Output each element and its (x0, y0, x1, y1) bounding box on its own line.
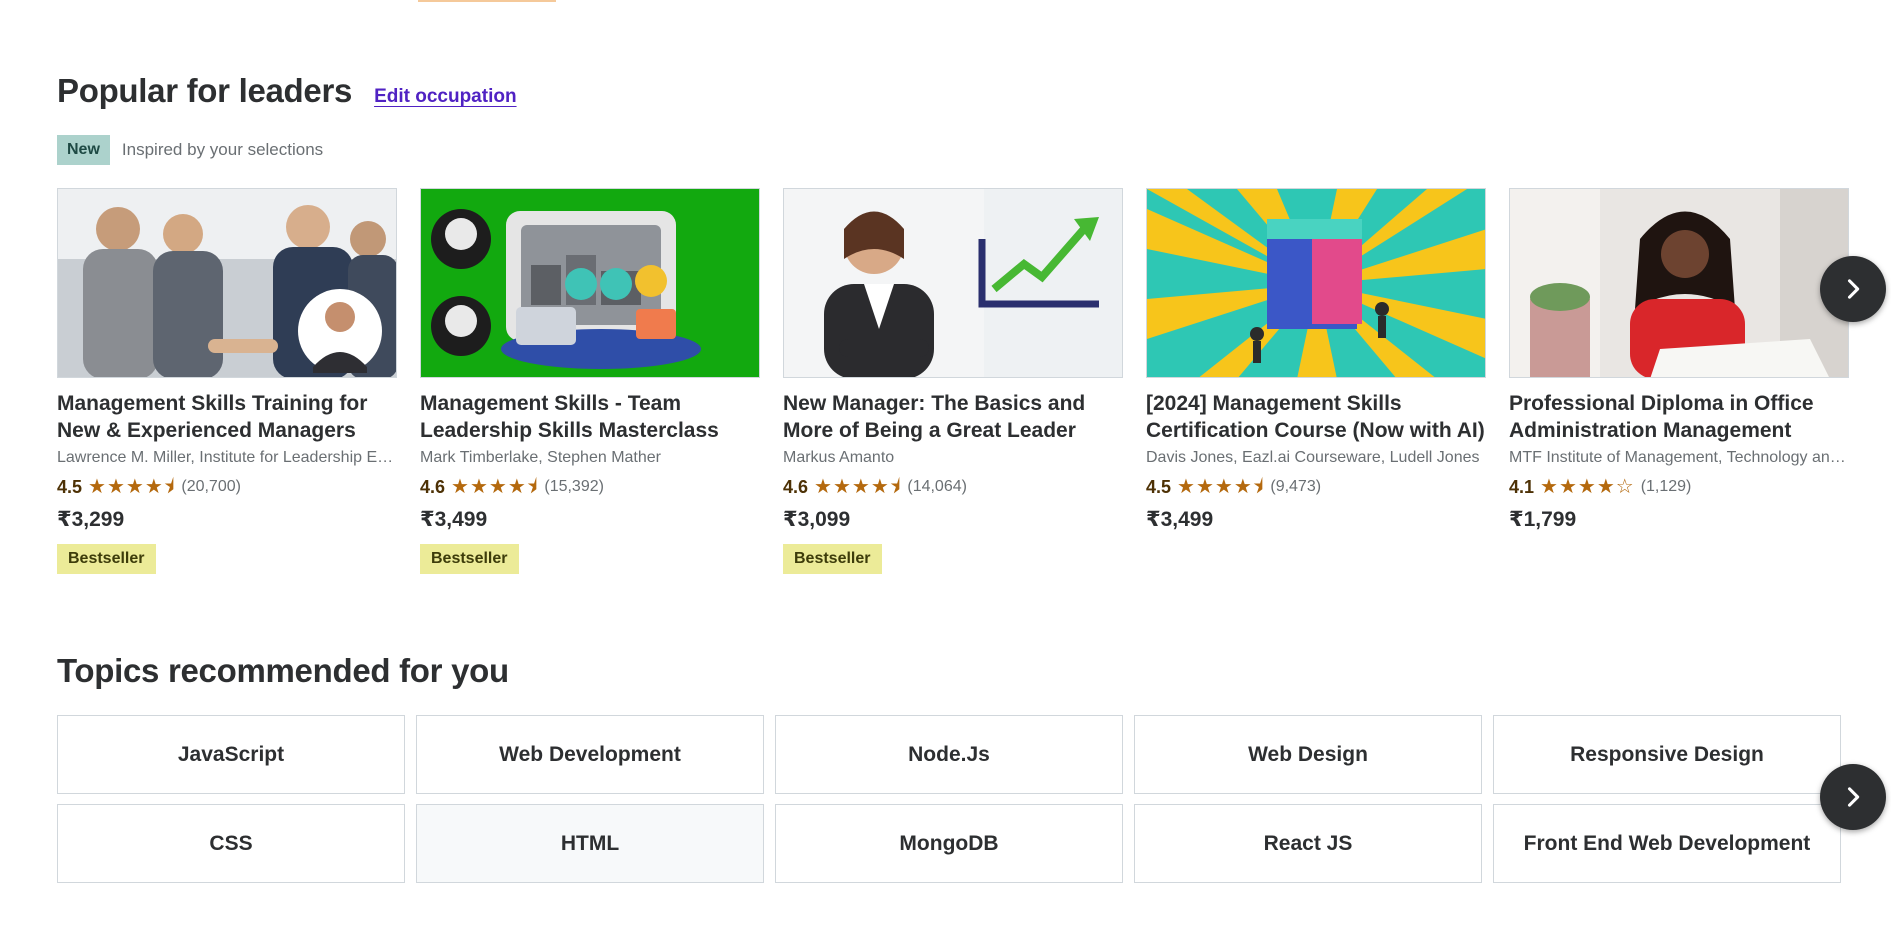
course-title[interactable]: [2024] Management Skills Certification C… (1146, 390, 1486, 444)
subtitle-text: Inspired by your selections (121, 140, 324, 159)
topic-button[interactable]: HTML (416, 804, 764, 883)
rating-count: (14,064) (907, 478, 967, 495)
section-title: Popular for leaders (57, 72, 353, 109)
topics-section-title: Topics recommended for you (57, 652, 509, 689)
course-price: ₹1,799 (1509, 508, 1577, 531)
topic-button[interactable]: MongoDB (775, 804, 1123, 883)
course-instructors: Markus Amanto (783, 449, 895, 466)
course-card[interactable]: New Manager: The Basics and More of Bein… (783, 188, 1123, 574)
course-price: ₹3,499 (1146, 508, 1214, 531)
top-accent-bar (418, 0, 556, 2)
course-title[interactable]: Management Skills Training for New & Exp… (57, 390, 397, 444)
course-thumbnail[interactable] (783, 188, 1123, 378)
course-thumbnail[interactable] (1146, 188, 1486, 378)
course-title[interactable]: Management Skills - Team Leadership Skil… (420, 390, 760, 444)
topic-button[interactable]: Web Development (416, 715, 764, 794)
chevron-right-icon (1847, 279, 1860, 299)
course-rating: 4.5 ★★★★⯨ (9,473) (1146, 475, 1486, 499)
course-title[interactable]: New Manager: The Basics and More of Bein… (783, 390, 1123, 444)
course-instructors: Davis Jones, Eazl.ai Courseware, Ludell … (1146, 449, 1480, 466)
course-thumbnail[interactable] (420, 188, 760, 378)
course-rating: 4.6 ★★★★⯨ (15,392) (420, 475, 760, 499)
topic-button[interactable]: Web Design (1134, 715, 1482, 794)
course-rating: 4.5 ★★★★⯨ (20,700) (57, 475, 397, 499)
course-price: ₹3,099 (783, 508, 851, 531)
course-price: ₹3,299 (57, 508, 125, 531)
course-rating: 4.1 ★★★★☆ (1,129) (1509, 475, 1849, 499)
topic-button[interactable]: Responsive Design (1493, 715, 1841, 794)
course-title[interactable]: Professional Diploma in Office Administr… (1509, 390, 1849, 444)
bestseller-badge: Bestseller (420, 544, 519, 574)
rating-count: (20,700) (181, 478, 241, 495)
carousel-next-button[interactable] (1820, 256, 1886, 322)
course-price: ₹3,499 (420, 508, 488, 531)
new-badge: New (57, 135, 110, 165)
topic-button[interactable]: Front End Web Development (1493, 804, 1841, 883)
star-rating-icon: ★★★★⯨ (814, 476, 902, 498)
rating-count: (9,473) (1270, 478, 1322, 495)
bestseller-badge: Bestseller (57, 544, 156, 574)
rating-score: 4.1 (1509, 476, 1535, 497)
course-rating: 4.6 ★★★★⯨ (14,064) (783, 475, 1123, 499)
course-card[interactable]: [2024] Management Skills Certification C… (1146, 188, 1486, 532)
topic-button[interactable]: Node.Js (775, 715, 1123, 794)
chevron-right-icon (1847, 787, 1860, 807)
section-subtitle: New Inspired by your selections (57, 135, 323, 165)
edit-occupation-link[interactable]: Edit occupation (374, 86, 517, 108)
topics-next-button[interactable] (1820, 764, 1886, 830)
rating-score: 4.5 (1146, 476, 1172, 497)
star-rating-icon: ★★★★⯨ (88, 476, 176, 498)
bestseller-badge: Bestseller (783, 544, 882, 574)
topic-button[interactable]: React JS (1134, 804, 1482, 883)
rating-score: 4.6 (420, 476, 446, 497)
topics-grid: JavaScript Web Development Node.Js Web D… (57, 715, 1841, 883)
course-card[interactable]: Management Skills Training for New & Exp… (57, 188, 397, 574)
rating-score: 4.5 (57, 476, 83, 497)
topic-button[interactable]: JavaScript (57, 715, 405, 794)
rating-score: 4.6 (783, 476, 809, 497)
star-rating-icon: ★★★★⯨ (1177, 476, 1265, 498)
course-thumbnail[interactable] (1509, 188, 1849, 378)
course-instructors: MTF Institute of Management, Technology … (1509, 449, 1849, 466)
rating-count: (15,392) (544, 478, 604, 495)
popular-section-header: Popular for leaders Edit occupation (57, 72, 517, 110)
topic-button[interactable]: CSS (57, 804, 405, 883)
course-card[interactable]: Professional Diploma in Office Administr… (1509, 188, 1849, 532)
star-rating-icon: ★★★★☆ (1540, 476, 1635, 498)
star-rating-icon: ★★★★⯨ (451, 476, 539, 498)
course-instructors: Lawrence M. Miller, Institute for Leader… (57, 449, 397, 466)
course-thumbnail[interactable] (57, 188, 397, 378)
course-card[interactable]: Management Skills - Team Leadership Skil… (420, 188, 760, 574)
rating-count: (1,129) (1640, 478, 1692, 495)
course-carousel: Management Skills Training for New & Exp… (57, 188, 1849, 588)
course-instructors: Mark Timberlake, Stephen Mather (420, 449, 661, 466)
